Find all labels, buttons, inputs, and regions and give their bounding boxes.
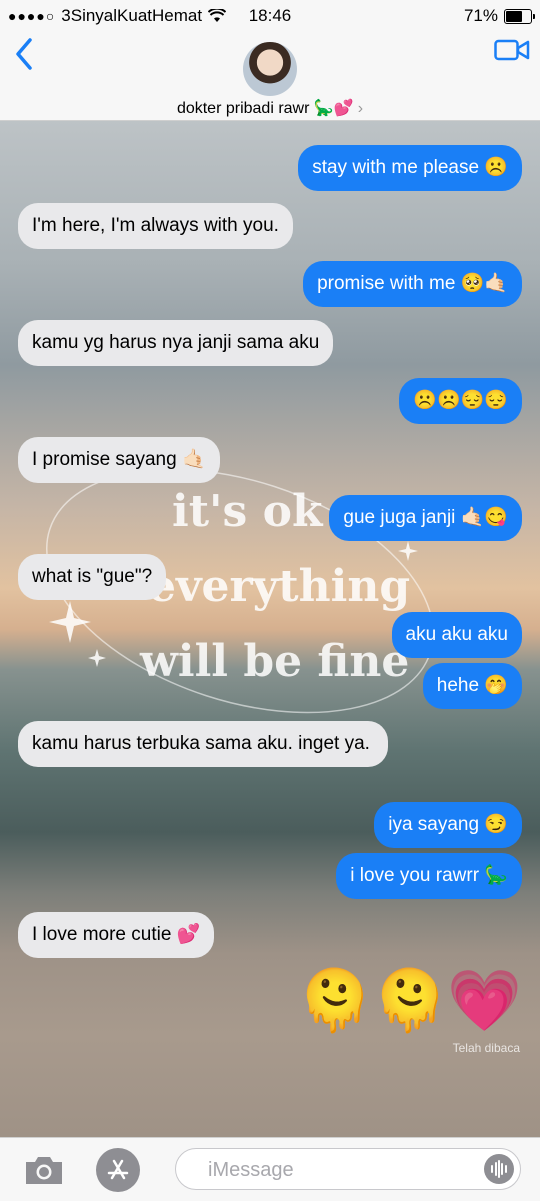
battery-percent: 71% [463, 6, 498, 25]
message-bubble-incoming[interactable]: I love more cutie 💕 [18, 912, 215, 958]
message-bubble-incoming[interactable]: I promise sayang 🤙🏻 [18, 437, 220, 483]
compose-bar [0, 1137, 540, 1201]
message-bubble-outgoing[interactable]: i love you rawrr 🦕 [336, 853, 522, 899]
battery-fill [506, 10, 523, 22]
contact-name: dokter pribadi rawr 🦕💕 [176, 100, 354, 117]
waveform-glyph-icon [491, 1160, 507, 1178]
message-bubble-outgoing[interactable]: promise with me 🥺🤙🏻 [303, 261, 522, 307]
contact-avatar[interactable] [243, 42, 297, 96]
conversation-header: dokter pribadi rawr 🦕💕 › [0, 32, 540, 121]
back-chevron-icon[interactable] [10, 36, 40, 72]
contact-chevron-icon: › [357, 100, 364, 117]
message-bubble-incoming[interactable]: kamu harus terbuka sama aku. inget ya. [18, 721, 388, 767]
imessage-field[interactable] [175, 1148, 521, 1190]
battery-group: 71% [463, 6, 535, 26]
message-thread[interactable]: it's ok everything will be fine stay wit… [0, 121, 540, 1137]
message-bubble-outgoing[interactable]: aku aku aku [391, 612, 522, 658]
battery-icon [504, 8, 535, 24]
message-input[interactable] [206, 1158, 470, 1183]
message-bubble-outgoing[interactable]: stay with me please ☹️ [298, 145, 522, 191]
app-store-glyph-icon [107, 1159, 129, 1180]
camera-icon[interactable] [22, 1152, 66, 1188]
read-receipt: Telah dibaca [452, 1041, 520, 1055]
message-bubble-incoming[interactable]: what is "gue"? [18, 554, 167, 600]
message-bubble-outgoing[interactable]: gue juga janji 🤙🏻😋 [329, 495, 522, 541]
audio-waveform-icon[interactable] [484, 1154, 514, 1184]
message-bubble-outgoing[interactable]: ☹️☹️😔😔 [399, 378, 522, 424]
facetime-video-icon[interactable] [494, 38, 530, 62]
wallpaper-text-3: will be fine [140, 636, 410, 687]
message-bubble-outgoing[interactable]: hehe 🤭 [422, 663, 522, 709]
status-bar: ●●●●○ 3SinyalKuatHemat 18:46 71% [0, 0, 540, 32]
big-emoji-message[interactable]: 🫠🫠💗 [298, 966, 522, 1036]
wallpaper-text-1: it's ok [172, 486, 323, 537]
clock: 18:46 [248, 6, 292, 25]
wallpaper-text-2: everything [148, 561, 411, 612]
message-bubble-outgoing[interactable]: iya sayang 😏 [374, 802, 522, 848]
message-bubble-incoming[interactable]: kamu yg harus nya janji sama aku [18, 320, 334, 366]
message-bubble-incoming[interactable]: I'm here, I'm always with you. [18, 203, 293, 249]
app-store-icon[interactable] [96, 1148, 140, 1192]
contact-name-button[interactable]: dokter pribadi rawr 🦕💕 › [0, 98, 540, 118]
